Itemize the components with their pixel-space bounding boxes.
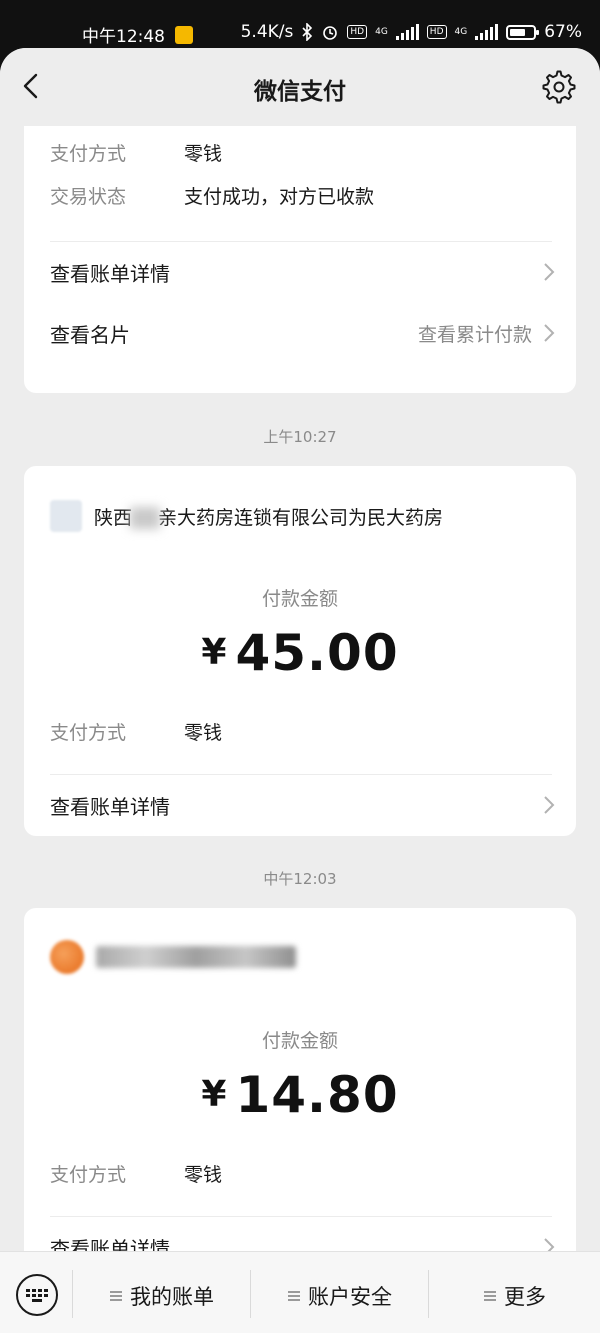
amount-label: 付款金额 bbox=[261, 1030, 338, 1052]
merchant-row: 陕西 亲大药房连锁有限公司为民大药房 bbox=[50, 500, 556, 532]
pay-method-label: 支付方式 bbox=[50, 722, 127, 744]
bill-detail-link[interactable]: 查看账单详情 bbox=[50, 775, 556, 835]
menu-lines-icon bbox=[484, 1291, 496, 1301]
transaction-card-1: 支付方式 零钱 交易状态 支付成功，对方已收款 查看账单详情 查看名片 查看累计… bbox=[24, 126, 576, 393]
menu-divider bbox=[72, 1270, 73, 1318]
bill-detail-label: 查看账单详情 bbox=[50, 261, 170, 286]
menu-more-label: 更多 bbox=[504, 1285, 546, 1309]
transaction-list: 支付方式 零钱 交易状态 支付成功，对方已收款 查看账单详情 查看名片 查看累计… bbox=[0, 126, 600, 1251]
battery-percent: 67% bbox=[544, 22, 582, 42]
menu-account-security-label: 账户安全 bbox=[308, 1285, 392, 1309]
merchant-name-redacted bbox=[96, 946, 296, 968]
signal-icon-2 bbox=[475, 24, 499, 40]
transaction-card-2[interactable]: 陕西 亲大药房连锁有限公司为民大药房 付款金额 ¥45.00 支付方式 零钱 查看… bbox=[24, 466, 576, 836]
transaction-card-3[interactable]: 付款金额 ¥14.80 支付方式 零钱 查看账单详情 bbox=[24, 908, 576, 1251]
page-title: 微信支付 bbox=[254, 79, 346, 105]
amount-value: 45.00 bbox=[235, 624, 399, 682]
pay-method-label: 支付方式 bbox=[50, 1164, 127, 1186]
menu-more[interactable]: 更多 bbox=[430, 1276, 600, 1316]
pay-method-label: 支付方式 bbox=[50, 143, 127, 165]
merchant-name-prefix: 陕西 bbox=[94, 506, 133, 529]
business-card-link[interactable]: 查看名片 查看累计付款 bbox=[50, 303, 556, 363]
chevron-right-icon bbox=[544, 324, 555, 342]
menu-my-bills-label: 我的账单 bbox=[130, 1285, 214, 1309]
alarm-icon bbox=[323, 26, 338, 40]
battery-icon bbox=[506, 24, 540, 40]
pay-method-value: 零钱 bbox=[184, 722, 223, 744]
notification-app-icon bbox=[175, 25, 193, 44]
amount-value: 14.80 bbox=[235, 1066, 399, 1124]
bill-detail-link[interactable]: 查看账单详情 bbox=[50, 1217, 556, 1251]
status-time: 中午12:48 bbox=[82, 27, 165, 47]
currency-symbol: ¥ bbox=[201, 632, 228, 673]
chevron-right-icon bbox=[544, 263, 555, 281]
network-speed: 5.4K/s bbox=[240, 22, 294, 42]
timestamp-1: 上午10:27 bbox=[263, 428, 337, 446]
business-card-label: 查看名片 bbox=[50, 322, 130, 347]
network-type-1: 4G bbox=[375, 26, 388, 37]
merchant-row bbox=[50, 940, 556, 974]
cumulative-link[interactable]: 查看累计付款 bbox=[418, 320, 556, 347]
bill-detail-link[interactable]: 查看账单详情 bbox=[50, 242, 556, 302]
bottom-menu-bar: 我的账单 账户安全 更多 bbox=[0, 1251, 600, 1333]
currency-symbol: ¥ bbox=[201, 1074, 228, 1115]
hd-badge-1: HD bbox=[347, 25, 368, 39]
network-type-2: 4G bbox=[454, 26, 468, 37]
merchant-name: 陕西 亲大药房连锁有限公司为民大药房 bbox=[94, 503, 443, 530]
pay-method-value: 零钱 bbox=[184, 143, 223, 165]
pay-method-row: 支付方式 零钱 bbox=[50, 139, 552, 166]
menu-account-security[interactable]: 账户安全 bbox=[252, 1276, 428, 1316]
chevron-right-icon bbox=[544, 1238, 555, 1251]
menu-lines-icon bbox=[288, 1291, 300, 1301]
wechat-pay-screen: 微信支付 支付方式 零钱 交易状态 支付成功，对方已收款 查看账单详情 查看名片 bbox=[0, 48, 600, 1333]
bill-detail-label: 查看账单详情 bbox=[50, 1236, 170, 1252]
pay-method-row: 支付方式 零钱 bbox=[50, 718, 552, 745]
status-value: 支付成功，对方已收款 bbox=[184, 186, 375, 208]
merchant-logo bbox=[50, 500, 82, 532]
merchant-logo bbox=[50, 940, 84, 974]
menu-lines-icon bbox=[110, 1291, 122, 1301]
menu-divider bbox=[250, 1270, 251, 1318]
gear-icon[interactable] bbox=[542, 70, 576, 104]
merchant-name-suffix: 亲大药房连锁有限公司为民大药房 bbox=[158, 506, 444, 529]
status-row: 交易状态 支付成功，对方已收款 bbox=[50, 182, 552, 209]
timestamp-2: 中午12:03 bbox=[263, 870, 337, 888]
redacted-mark bbox=[130, 507, 161, 529]
menu-divider bbox=[428, 1270, 429, 1318]
menu-my-bills[interactable]: 我的账单 bbox=[74, 1276, 250, 1316]
pay-method-row: 支付方式 零钱 bbox=[50, 1160, 552, 1187]
hd-badge-2: HD bbox=[426, 25, 447, 39]
cumulative-label: 查看累计付款 bbox=[417, 323, 532, 346]
amount: ¥14.80 bbox=[24, 1066, 576, 1124]
amount: ¥45.00 bbox=[24, 624, 576, 682]
bill-detail-label: 查看账单详情 bbox=[50, 794, 170, 819]
bluetooth-icon bbox=[302, 23, 313, 41]
keyboard-icon[interactable] bbox=[16, 1274, 58, 1316]
pay-method-value: 零钱 bbox=[184, 1164, 223, 1186]
status-label: 交易状态 bbox=[50, 186, 127, 208]
chevron-right-icon bbox=[544, 796, 555, 814]
signal-icon-1 bbox=[395, 24, 419, 40]
amount-label: 付款金额 bbox=[261, 588, 338, 610]
nav-bar: 微信支付 bbox=[0, 48, 600, 126]
